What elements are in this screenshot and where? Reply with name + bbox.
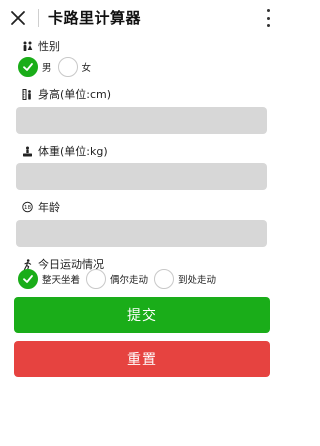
close-button[interactable]: [8, 8, 28, 28]
activity-occasional-radio[interactable]: [86, 269, 107, 289]
weight-label: 体重(单位:kg): [22, 143, 108, 159]
age-label-text: 年龄: [38, 201, 60, 214]
activity-sitting-label[interactable]: 整天坐着: [42, 272, 80, 286]
check-icon: [23, 275, 33, 283]
more-vertical-icon: [266, 9, 270, 12]
svg-text:18: 18: [24, 205, 31, 211]
gender-radio-group: 男 女: [18, 57, 97, 77]
gender-female-label[interactable]: 女: [82, 60, 92, 74]
check-icon: [23, 63, 33, 71]
age-label: 18 年龄: [22, 199, 60, 215]
page-title: 卡路里计算器: [48, 9, 142, 27]
activity-radio-group: 整天坐着 偶尔走动 到处走动: [18, 269, 222, 289]
height-label: 身高(单位:cm): [22, 86, 111, 102]
activity-everywhere-radio[interactable]: [154, 269, 175, 289]
age-icon: 18: [22, 201, 33, 213]
activity-occasional-label[interactable]: 偶尔走动: [110, 272, 148, 286]
gender-label-text: 性别: [38, 40, 60, 53]
activity-everywhere-label[interactable]: 到处走动: [178, 272, 216, 286]
weight-label-text: 体重(单位:kg): [38, 145, 108, 158]
weight-input[interactable]: [16, 163, 267, 190]
activity-icon: [22, 258, 33, 270]
gender-male-radio[interactable]: [18, 57, 38, 77]
top-divider: [38, 9, 39, 27]
activity-sitting-radio[interactable]: [18, 269, 38, 289]
height-label-text: 身高(单位:cm): [38, 88, 112, 101]
gender-label: 性别: [22, 38, 60, 54]
gender-icon: [22, 41, 33, 52]
reset-button[interactable]: 重置: [14, 341, 270, 377]
height-input[interactable]: [16, 107, 267, 134]
weight-icon: [22, 146, 33, 157]
gender-male-label[interactable]: 男: [42, 60, 52, 74]
close-icon: [11, 11, 25, 25]
more-button[interactable]: [265, 9, 271, 27]
submit-button[interactable]: 提交: [14, 297, 270, 333]
age-input[interactable]: [16, 220, 267, 247]
height-icon: [22, 88, 33, 100]
gender-female-radio[interactable]: [57, 57, 78, 77]
top-bar: 卡路里计算器: [0, 0, 283, 36]
